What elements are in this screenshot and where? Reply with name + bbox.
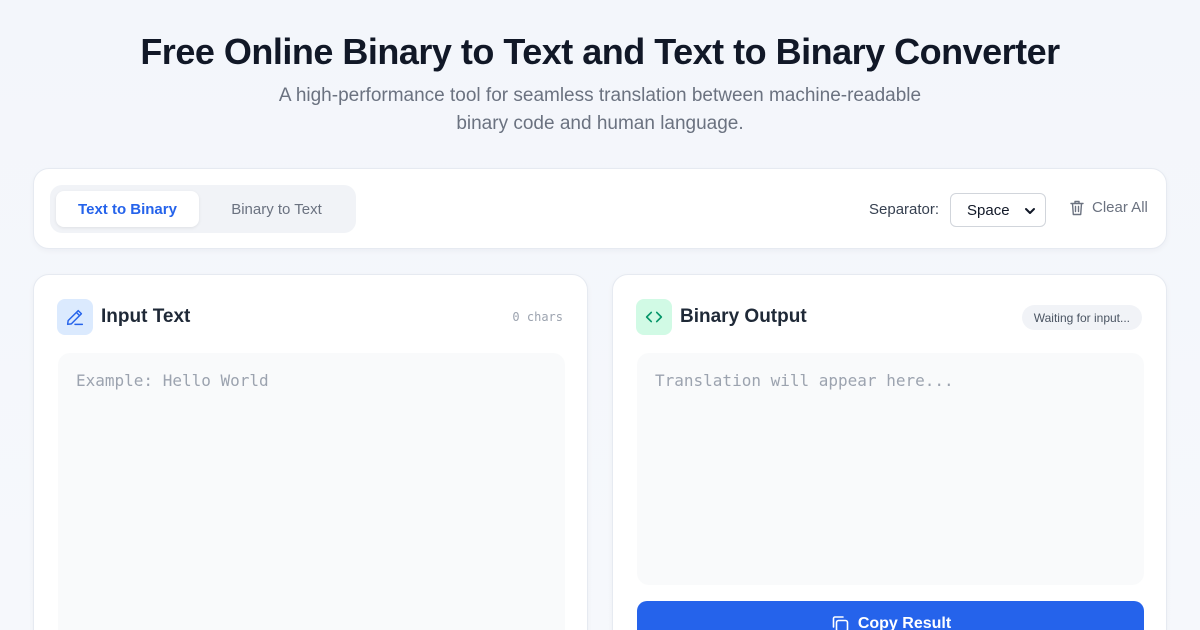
copy-result-label: Copy Result xyxy=(857,615,952,630)
code-icon xyxy=(636,299,672,335)
copy-icon xyxy=(832,616,849,630)
page-title: Free Online Binary to Text and Text to B… xyxy=(140,31,1060,72)
tab-text-to-binary[interactable]: Text to Binary xyxy=(56,191,199,227)
separator-label: Separator: xyxy=(869,201,940,218)
output-panel-title: Binary Output xyxy=(680,306,807,327)
output-panel-header: Binary Output xyxy=(636,299,807,335)
mode-tabs: Text to Binary Binary to Text xyxy=(50,185,356,233)
status-badge: Waiting for input... xyxy=(1021,305,1142,330)
output-area: Translation will appear here... xyxy=(637,353,1144,585)
trash-icon xyxy=(1070,200,1084,215)
copy-result-button[interactable]: Copy Result xyxy=(637,601,1144,630)
clear-all-label: Clear All xyxy=(1092,199,1148,216)
input-textarea[interactable]: Example: Hello World xyxy=(58,353,565,630)
clear-all-button[interactable]: Clear All xyxy=(1070,199,1148,216)
input-panel-header: Input Text xyxy=(57,299,190,335)
pencil-icon xyxy=(57,299,93,335)
char-count: 0 chars xyxy=(512,310,563,324)
output-panel: Binary Output Waiting for input... Trans… xyxy=(612,274,1167,630)
separator-select[interactable]: Space xyxy=(950,193,1046,227)
toolbar: Text to Binary Binary to Text Separator:… xyxy=(33,168,1167,249)
page-subtitle: A high-performance tool for seamless tra… xyxy=(278,85,922,134)
separator-value: Space xyxy=(967,201,1010,219)
input-panel: Input Text 0 chars Example: Hello World xyxy=(33,274,588,630)
hero: Free Online Binary to Text and Text to B… xyxy=(0,0,1200,138)
input-panel-title: Input Text xyxy=(101,306,191,327)
tab-binary-to-text[interactable]: Binary to Text xyxy=(205,191,348,227)
chevron-down-icon xyxy=(1025,208,1035,214)
